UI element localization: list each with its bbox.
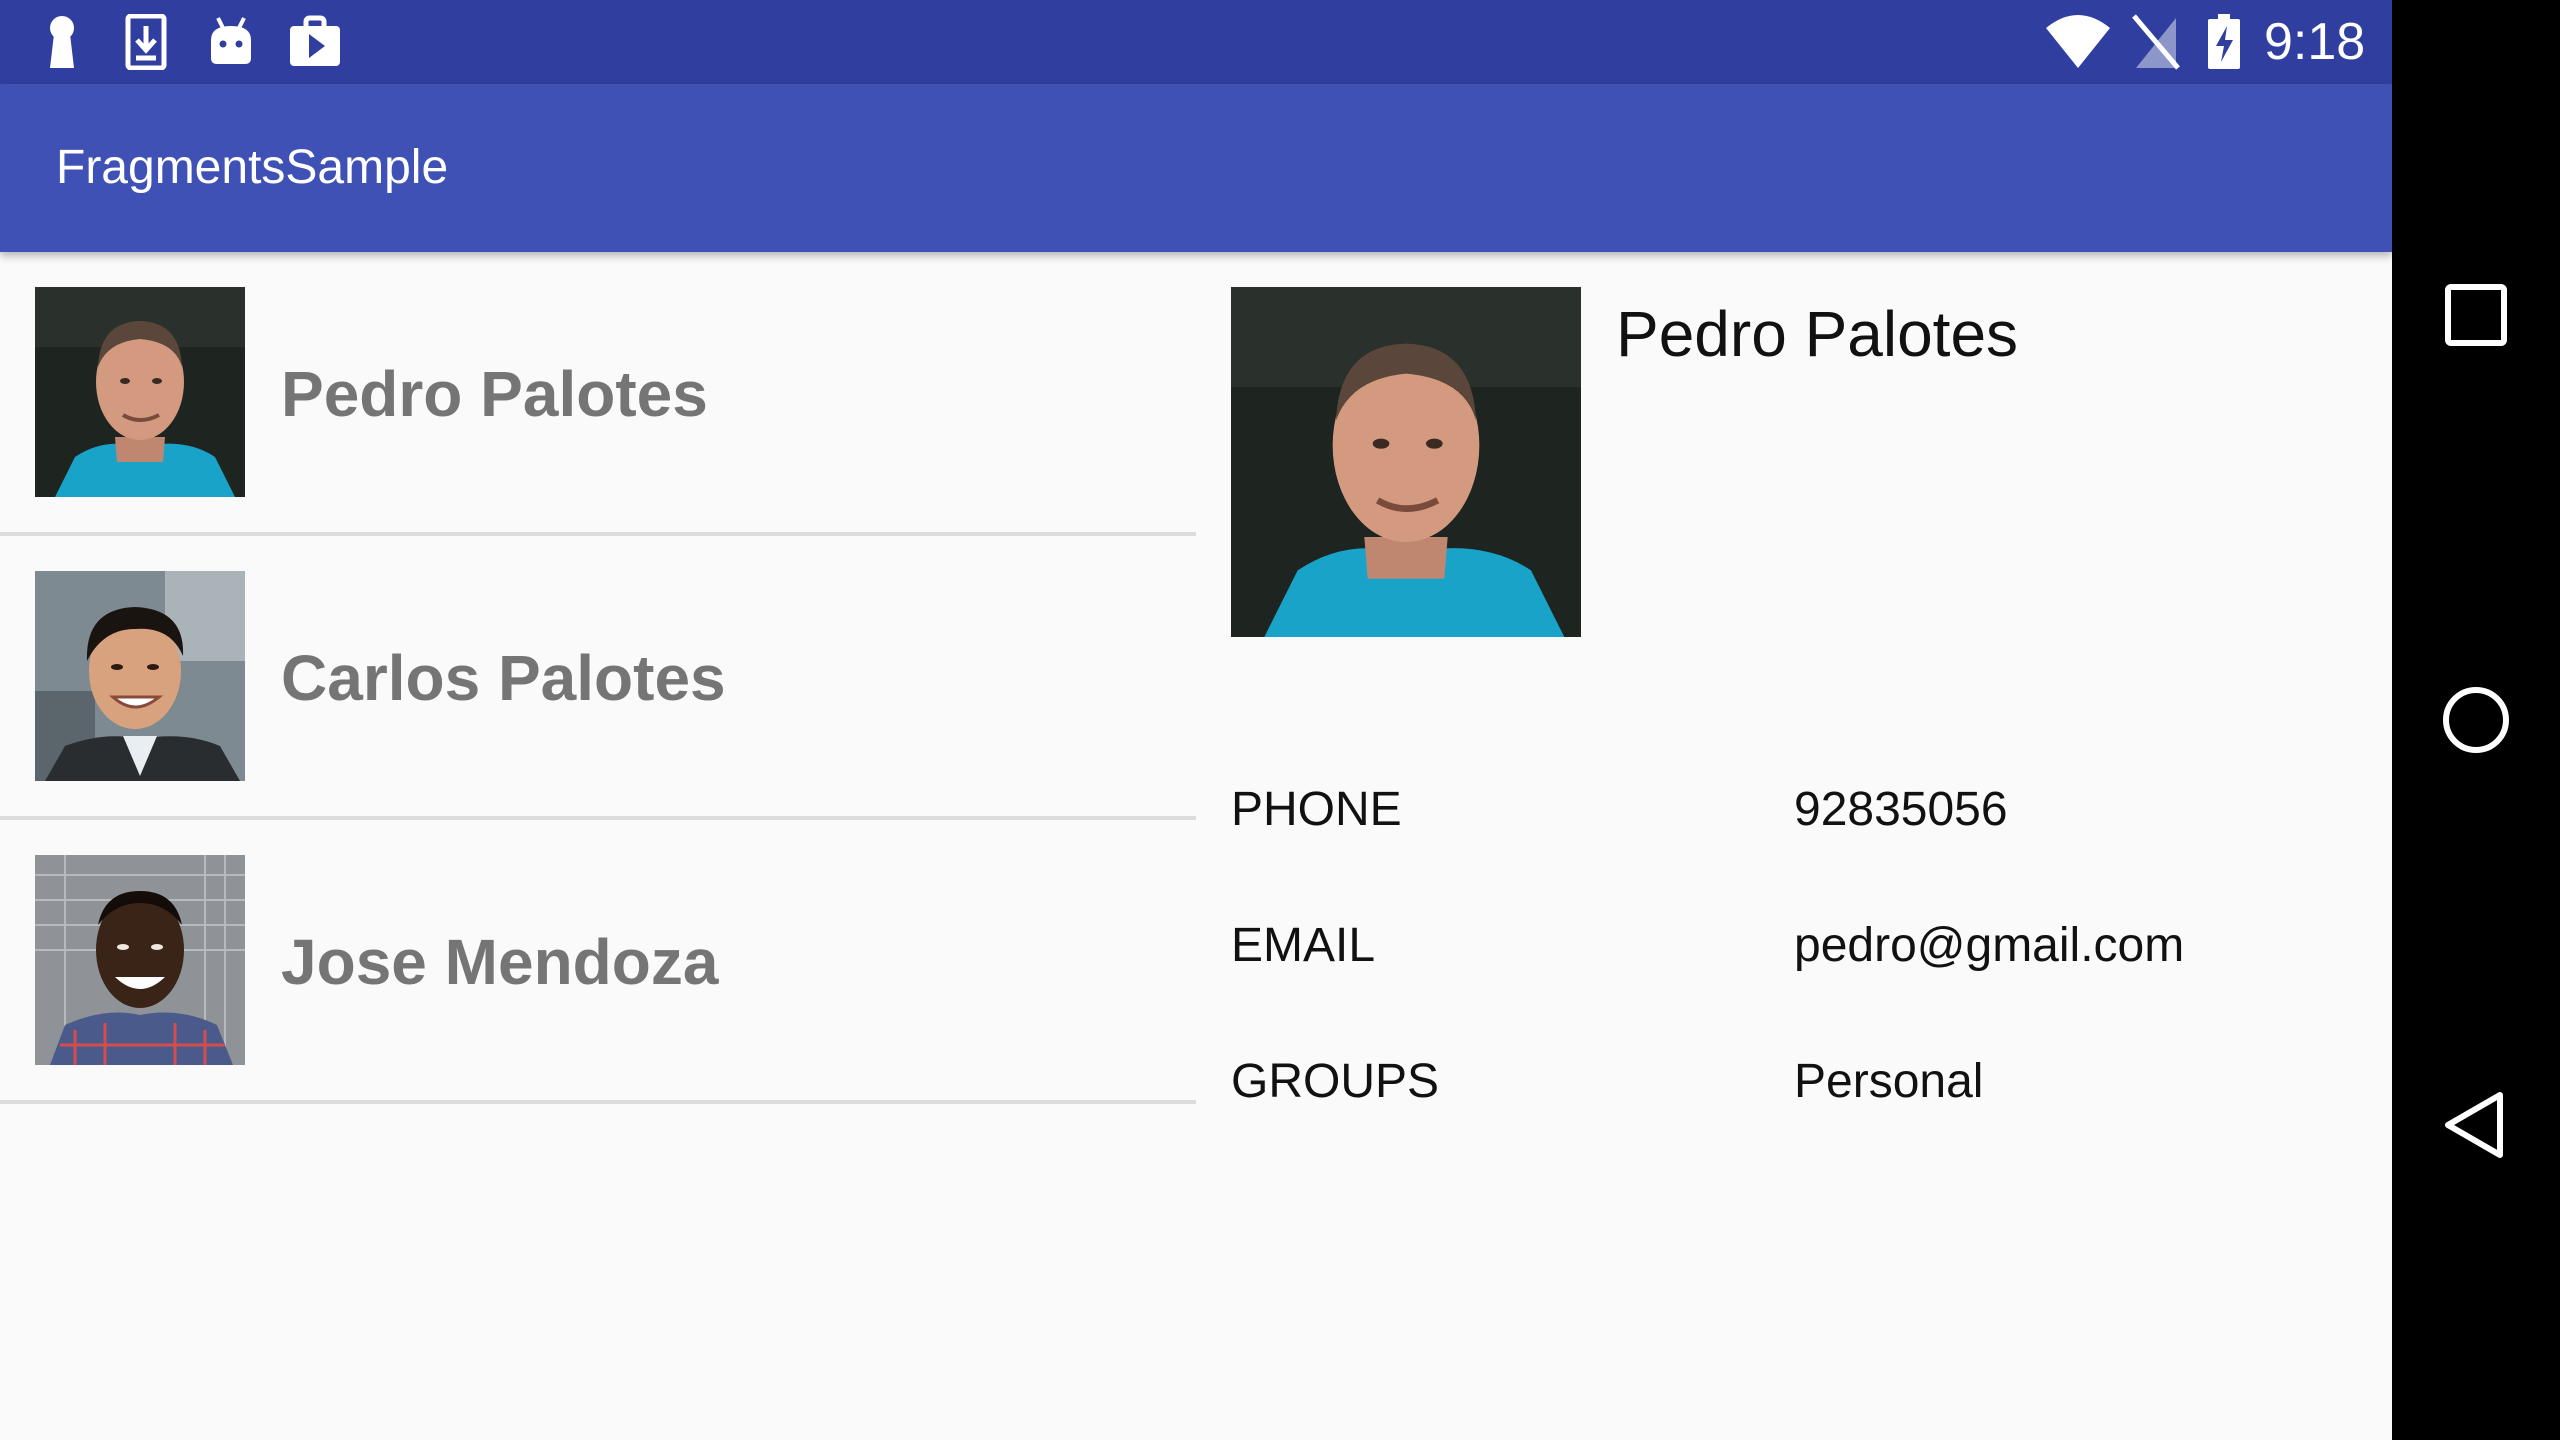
- battery-charging-icon: [2208, 14, 2240, 69]
- app-title: FragmentsSample: [56, 141, 449, 194]
- detail-photo: [1231, 287, 1581, 637]
- contact-photo: [35, 571, 245, 781]
- contact-name: Carlos Palotes: [281, 642, 726, 714]
- back-icon[interactable]: [2426, 1075, 2526, 1175]
- android-icon: [211, 17, 251, 64]
- phone-label: PHONE: [1231, 783, 1402, 836]
- contact-row-carlos-palotes[interactable]: Carlos Palotes: [0, 536, 1196, 820]
- detail-name: Pedro Palotes: [1616, 298, 2019, 370]
- recents-icon[interactable]: [2426, 265, 2526, 365]
- keyhole-icon: [50, 16, 74, 68]
- contact-list: Pedro Palotes Carlos Palotes Jose Mendoz…: [0, 252, 1196, 1440]
- phone-value: 92835056: [1794, 783, 2008, 836]
- contact-row-jose-mendoza[interactable]: Jose Mendoza: [0, 820, 1196, 1104]
- play-store-icon: [290, 15, 340, 66]
- home-icon[interactable]: [2426, 670, 2526, 770]
- email-value: pedro@gmail.com: [1794, 919, 2185, 972]
- wifi-icon: [2046, 15, 2110, 68]
- contact-row-pedro-palotes[interactable]: Pedro Palotes: [0, 252, 1196, 536]
- app-bar: FragmentsSample: [0, 84, 2392, 252]
- app-screen: 9:18 FragmentsSample Pedro Palotes Carlo…: [0, 0, 2392, 1440]
- email-label: EMAIL: [1231, 919, 1376, 972]
- contact-detail: Pedro Palotes PHONE 92835056 EMAIL pedro…: [1196, 252, 2392, 1440]
- contact-name: Jose Mendoza: [281, 926, 719, 998]
- contact-name: Pedro Palotes: [281, 358, 708, 430]
- status-bar: 9:18: [0, 0, 2392, 84]
- contact-photo: [35, 855, 245, 1065]
- download-icon: [125, 14, 167, 70]
- contact-photo: [35, 287, 245, 497]
- groups-value: Personal: [1794, 1055, 1984, 1108]
- groups-label: GROUPS: [1231, 1055, 1440, 1108]
- no-sim-icon: [2132, 14, 2180, 70]
- navigation-bar: [2392, 0, 2560, 1440]
- status-time: 9:18: [2264, 13, 2366, 71]
